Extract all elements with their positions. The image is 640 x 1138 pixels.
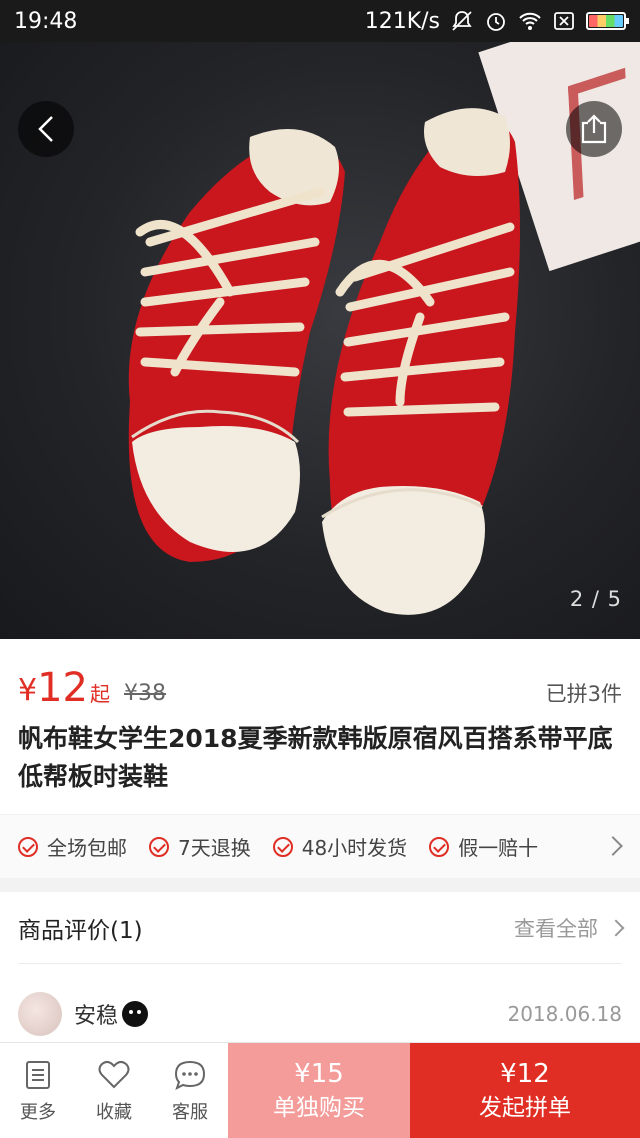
guarantee-free-shipping: 全场包邮 bbox=[18, 832, 127, 861]
reviewer-name: 安稳 bbox=[74, 1004, 119, 1029]
solo-price: ¥15 bbox=[294, 1058, 344, 1089]
image-counter: 2 / 5 bbox=[569, 587, 622, 611]
product-title: 帆布鞋女学生2018夏季新款韩版原宿风百搭系带平底低帮板时装鞋 bbox=[18, 724, 613, 791]
product-page: 19:48 121K/s 2 / 5 ¥ 12 起 ¥38 已拼3件 帆布鞋女学… bbox=[0, 0, 640, 1138]
solo-label: 单独购买 bbox=[273, 1094, 365, 1121]
group-buy-label: 发起拼单 bbox=[479, 1094, 571, 1121]
price-symbol: ¥ bbox=[18, 673, 38, 708]
status-right: 121K/s bbox=[364, 8, 629, 34]
mute-icon bbox=[452, 11, 472, 31]
status-time: 19:48 bbox=[14, 8, 78, 34]
chevron-right-icon bbox=[603, 836, 623, 856]
sold-count: 已拼3件 bbox=[545, 682, 622, 706]
back-button[interactable] bbox=[18, 101, 74, 157]
reviews-title: 商品评价(1) bbox=[18, 917, 143, 944]
review-date: 2018.06.18 bbox=[507, 1002, 622, 1026]
start-group-buy-button[interactable]: ¥12 发起拼单 bbox=[410, 1043, 640, 1138]
emoji-icon bbox=[122, 1001, 149, 1027]
check-circle-icon bbox=[272, 836, 293, 857]
more-list-icon bbox=[26, 1060, 50, 1089]
avatar bbox=[18, 992, 62, 1036]
share-icon bbox=[581, 114, 607, 144]
check-circle-icon bbox=[149, 836, 169, 857]
bottom-action-bar: 更多 收藏 客服 ¥15 单独购买 ¥12 发起拼单 bbox=[0, 1042, 640, 1138]
alarm-icon bbox=[487, 13, 505, 31]
no-sim-icon bbox=[554, 12, 574, 30]
customer-service-button[interactable]: 客服 bbox=[152, 1043, 228, 1138]
back-chevron-icon bbox=[38, 116, 53, 142]
section-divider bbox=[0, 878, 640, 892]
review-item: 安稳 2018.06.18 bbox=[18, 988, 622, 1040]
guarantee-48h-shipping: 48小时发货 bbox=[272, 832, 407, 861]
group-price: 12 bbox=[37, 665, 88, 711]
share-button[interactable] bbox=[566, 101, 622, 157]
network-speed: 121K/s bbox=[364, 8, 440, 34]
wifi-icon bbox=[519, 12, 541, 30]
check-circle-icon bbox=[18, 836, 38, 857]
battery-icon bbox=[586, 12, 629, 30]
original-price: ¥38 bbox=[124, 681, 166, 706]
view-all-reviews-link[interactable]: 查看全部 bbox=[514, 913, 625, 943]
product-photo-sneakers bbox=[128, 108, 520, 615]
chevron-right-icon bbox=[607, 919, 625, 936]
reviews-header[interactable]: 商品评价(1) 查看全部 bbox=[18, 892, 625, 964]
product-image-carousel[interactable]: 2 / 5 bbox=[0, 42, 640, 639]
favorite-button[interactable]: 收藏 bbox=[76, 1043, 152, 1138]
check-circle-icon bbox=[429, 836, 450, 857]
chat-icon bbox=[174, 1060, 206, 1090]
buy-solo-button[interactable]: ¥15 单独购买 bbox=[228, 1043, 410, 1138]
guarantee-authentic: 假一赔十 bbox=[429, 832, 538, 861]
price-row: ¥ 12 起 ¥38 已拼3件 bbox=[18, 660, 622, 710]
status-bar: 19:48 121K/s bbox=[0, 0, 640, 42]
more-button[interactable]: 更多 bbox=[0, 1043, 76, 1138]
guarantee-7day-return: 7天退换 bbox=[149, 832, 251, 861]
guarantee-bar[interactable]: 全场包邮 7天退换 48小时发货 假一赔十 bbox=[0, 814, 640, 878]
group-buy-price: ¥12 bbox=[500, 1058, 550, 1089]
price-suffix: 起 bbox=[90, 682, 110, 706]
heart-icon bbox=[98, 1060, 130, 1088]
